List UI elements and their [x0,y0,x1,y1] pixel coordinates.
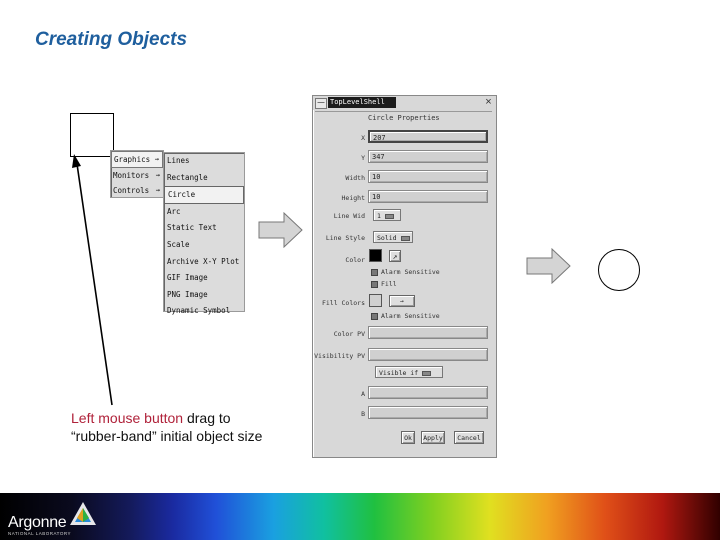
checkbox-icon [371,312,378,320]
argonne-logo-icon [70,502,96,525]
line-style-label: Line Style [325,234,365,242]
close-icon[interactable]: × [483,97,494,108]
caption-text: drag to [183,410,231,426]
main-menu: Graphics → Monitors → Controls → [110,150,164,198]
ok-button[interactable]: Ok [401,431,415,444]
cancel-button[interactable]: Cancel [454,431,484,444]
visibility-pv-label: Visibility PV [314,352,365,360]
line-width-option[interactable]: 1 [373,209,401,221]
x-label: X [361,134,365,142]
footer-banner [0,493,720,540]
visibility-mode-value: Visible if [379,369,419,377]
argonne-logo-subtitle: NATIONAL LABORATORY [8,531,72,536]
fill-alarm-sensitive-checkbox[interactable]: Alarm Sensitive [371,312,440,320]
submenu-item-lines[interactable]: Lines [164,153,244,170]
menu-item-label: Graphics [114,155,151,164]
caption-text-line2: “rubber-band” initial object size [71,428,263,444]
page-title: Creating Objects [35,29,188,50]
submenu-item-scale[interactable]: Scale [164,237,244,254]
field-a-label: A [361,390,365,398]
dialog-title: TopLevelShell [328,97,396,108]
menu-arrow-icon: → [155,171,160,179]
submenu-item-arc[interactable]: Arc [164,204,244,221]
menu-item-label: Monitors [113,171,150,180]
y-label: Y [361,154,365,162]
color-pv-field[interactable] [368,326,488,339]
checkbox-label: Alarm Sensitive [381,268,440,276]
dialog-header: Circle Properties [368,114,440,122]
menu-arrow-icon: → [154,155,159,163]
submenu-item-png-image[interactable]: PNG Image [164,287,244,304]
color-pv-label: Color PV [333,330,365,338]
fill-checkbox[interactable]: Fill [371,280,397,288]
argonne-logo-text: Argonne [8,514,67,531]
menu-arrow-icon: → [155,186,160,194]
submenu-item-gif-image[interactable]: GIF Image [164,270,244,287]
apply-button[interactable]: Apply [421,431,445,444]
color-label: Color [345,256,365,264]
fill-color-picker-button[interactable]: → [389,295,415,307]
graphics-submenu: Lines Rectangle Circle Arc Static Text S… [163,152,245,315]
checkbox-label: Fill [381,280,397,288]
submenu-item-rectangle[interactable]: Rectangle [164,170,244,187]
line-style-option[interactable]: Solid [373,231,413,243]
field-b-label: B [361,410,365,418]
menu-item-label: Controls [113,186,150,195]
color-swatch[interactable] [369,249,382,262]
fill-color-swatch[interactable] [369,294,382,307]
option-menu-icon [422,370,432,376]
submenu-item-circle[interactable]: Circle [164,186,244,204]
submenu-item-dynamic-symbol[interactable]: Dynamic Symbol [164,303,244,320]
checkbox-label: Alarm Sensitive [381,312,440,320]
circle-properties-dialog: — TopLevelShell × Circle Properties X 20… [312,95,497,458]
fill-colors-label: Fill Colors [321,299,365,307]
option-menu-icon [400,235,410,241]
y-field[interactable]: 347 [368,150,488,163]
option-menu-icon [384,213,394,219]
window-menu-icon[interactable]: — [315,98,327,109]
menu-item-controls[interactable]: Controls → [111,183,163,198]
alarm-sensitive-checkbox[interactable]: Alarm Sensitive [371,268,440,276]
field-a-input[interactable] [368,386,488,399]
menu-item-graphics[interactable]: Graphics → [111,151,163,168]
checkbox-icon [371,268,378,276]
field-b-input[interactable] [368,406,488,419]
submenu-item-static-text[interactable]: Static Text [164,220,244,237]
line-width-value: 1 [377,212,381,220]
color-picker-icon[interactable]: ↗ [389,250,401,262]
checkbox-icon [371,280,378,288]
instruction-caption: Left mouse button drag to “rubber-band” … [71,409,262,445]
submenu-item-archive-xy-plot[interactable]: Archive X-Y Plot [164,254,244,271]
visibility-mode-option[interactable]: Visible if [375,366,443,378]
right-arrow-icon [526,248,571,284]
width-label: Width [345,174,365,182]
caption-highlight: Left mouse button [71,410,184,426]
line-width-label: Line Wid [333,212,365,220]
height-field[interactable]: 10 [368,190,488,203]
result-circle [598,249,640,291]
height-label: Height [341,194,365,202]
x-field[interactable]: 207 [368,130,488,143]
visibility-pv-field[interactable] [368,348,488,361]
line-style-value: Solid [377,234,397,242]
width-field[interactable]: 10 [368,170,488,183]
menu-item-monitors[interactable]: Monitors → [111,168,163,183]
right-arrow-icon [258,212,303,248]
